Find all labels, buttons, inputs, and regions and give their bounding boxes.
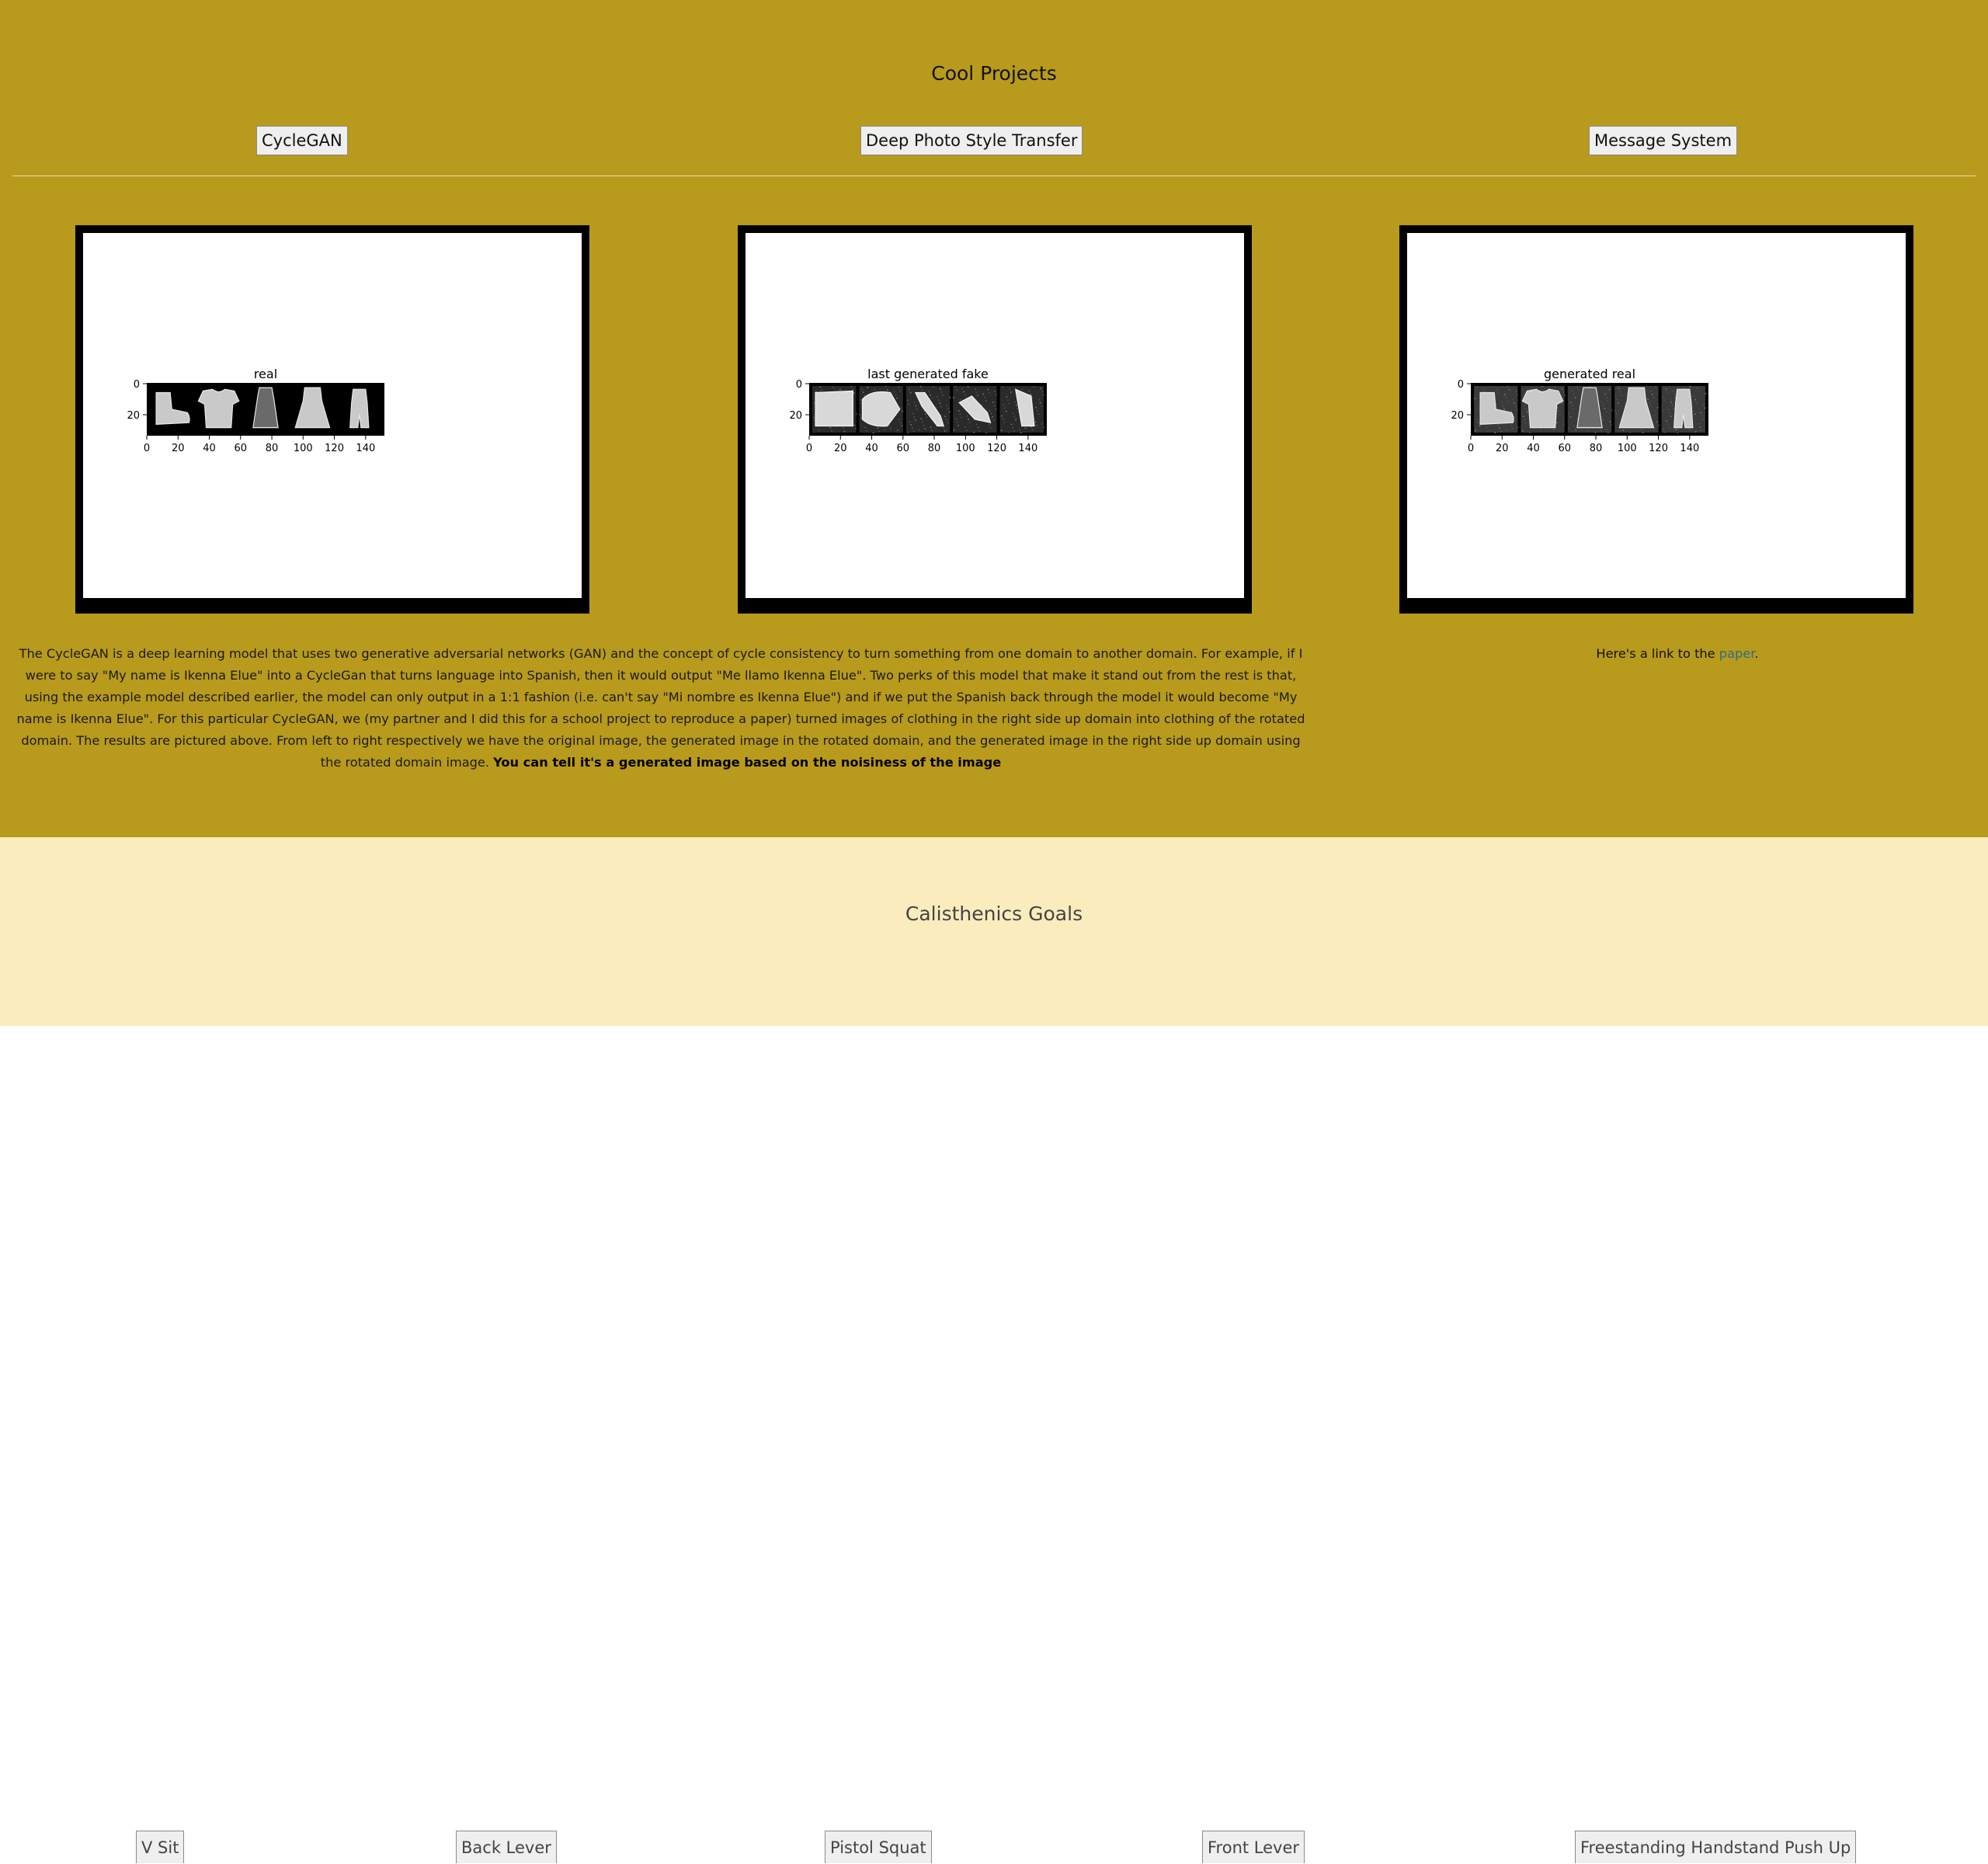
link-suffix: . [1754,646,1759,661]
x-tick-label: 120 [1649,443,1668,454]
image-tile [953,386,997,433]
x-tick-label: 40 [865,443,878,454]
x-tick-label: 120 [987,443,1006,454]
figure-title: generated real [1544,367,1635,381]
calisthenics-title: Calisthenics Goals [905,902,1083,925]
x-tick-label: 0 [806,443,812,454]
image-tile [243,386,288,433]
x-tick-label: 20 [1496,443,1509,454]
x-tick-label: 100 [1618,443,1637,454]
paper-link[interactable]: paper [1719,646,1755,661]
figure-title: last generated fake [867,367,989,381]
goal-back-lever[interactable]: Back Lever [456,1831,557,1863]
image-tile [1661,386,1707,433]
x-tick-label: 60 [897,443,910,454]
x-tick-label: 60 [235,443,248,454]
y-tick-label: 20 [127,410,140,422]
description-text: The CycleGAN is a deep learning model th… [16,646,1305,770]
figure-last-generated-fake: last generated fake 0 20 40 60 80 100 120 140 0 20 [738,225,1252,614]
goal-v-sit[interactable]: V Sit [136,1831,185,1863]
y-tick-label: 0 [796,379,802,391]
goal-front-lever[interactable]: Front Lever [1202,1831,1305,1863]
image-tile [859,386,903,433]
tab-deep-photo-style-transfer[interactable]: Deep Photo Style Transfer [860,126,1083,155]
cyclegan-description: The CycleGAN is a deep learning model th… [12,643,1309,774]
goal-freestanding-handstand-push-up[interactable]: Freestanding Handstand Push Up [1575,1831,1857,1863]
x-tick-label: 0 [144,443,150,454]
x-tick-label: 140 [1680,443,1699,454]
image-tile [196,386,241,433]
x-tick-label: 0 [1468,443,1474,454]
y-tick-label: 0 [1458,379,1464,391]
figure-title: real [254,367,277,381]
x-tick-label: 140 [1018,443,1037,454]
image-tile [905,386,951,433]
x-tick-label: 60 [1559,443,1572,454]
y-tick-label: 20 [1451,410,1464,422]
image-tile [1521,386,1566,433]
figure-generated-real: generated real 0 20 40 60 80 100 120 140 0 20 [1399,225,1913,614]
x-tick-label: 80 [266,443,279,454]
x-tick-label: 100 [294,443,313,454]
x-tick-label: 100 [956,443,975,454]
image-tile [999,386,1045,433]
image-tile [290,386,335,433]
x-tick-label: 20 [172,443,185,454]
description-emphasis: You can tell it's a generated image base… [493,755,1002,770]
x-tick-label: 80 [1590,443,1603,454]
y-tick-label: 20 [789,410,802,422]
image-tile [1474,386,1519,433]
figure-real: real 0 20 40 60 80 100 120 140 0 20 [75,225,589,614]
y-tick-label: 0 [134,379,140,391]
x-tick-label: 20 [834,443,847,454]
tab-message-system[interactable]: Message System [1589,126,1738,155]
x-tick-label: 80 [928,443,941,454]
image-tile [150,386,194,433]
goal-pistol-squat[interactable]: Pistol Squat [825,1831,932,1863]
image-tile [337,386,381,433]
image-tile [812,386,857,433]
tab-cyclegan[interactable]: CycleGAN [256,126,348,155]
clothing-item [815,390,853,427]
calisthenics-section: Calisthenics Goals V Sit Back Lever Pist… [0,837,1988,1863]
projects-title: Cool Projects [931,62,1057,85]
x-tick-label: 120 [325,443,344,454]
x-tick-label: 40 [1527,443,1540,454]
image-tile [1614,386,1660,433]
projects-section: Cool Projects CycleGAN Deep Photo Style … [0,0,1988,837]
paper-link-line: Here's a link to the paper. [1522,643,1833,665]
link-prefix: Here's a link to the [1596,646,1719,661]
x-tick-label: 40 [203,443,216,454]
image-tile [1567,386,1613,433]
x-tick-label: 140 [356,443,375,454]
